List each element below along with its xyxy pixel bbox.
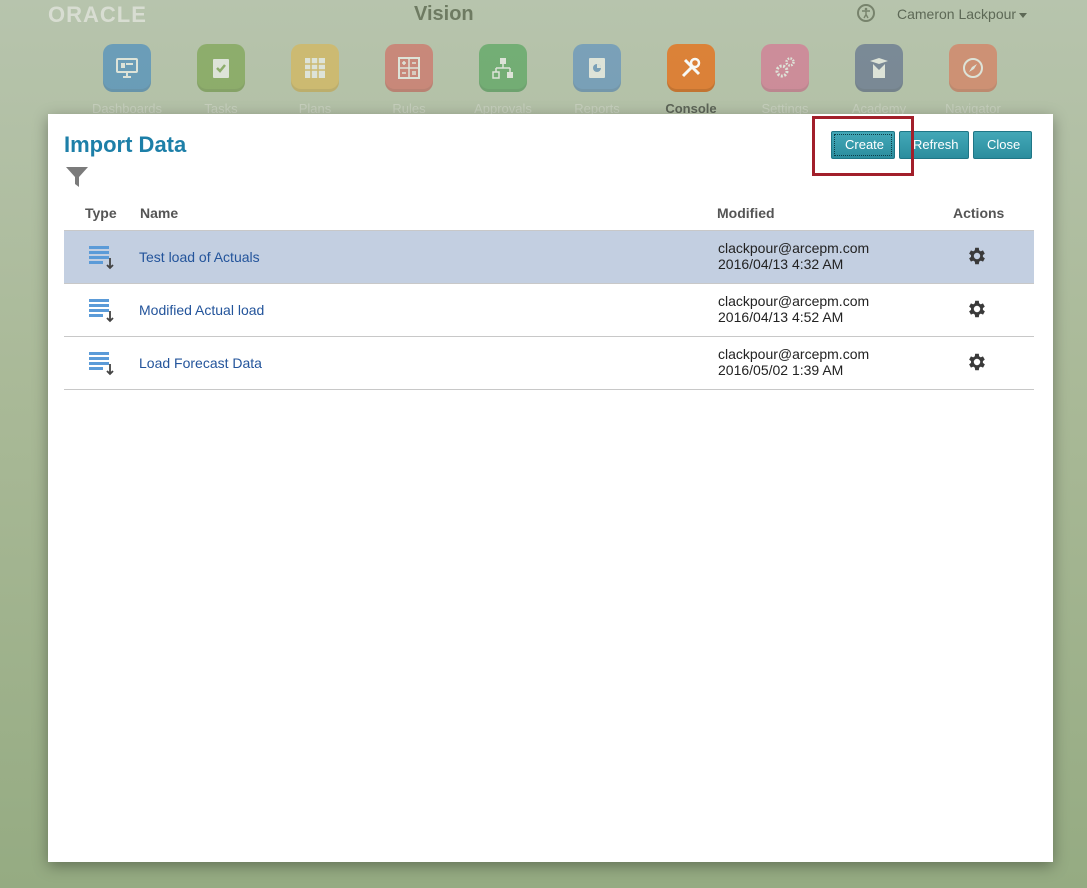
- modified-by: clackpour@arcepm.com: [718, 240, 870, 256]
- gear-icon[interactable]: [966, 351, 988, 378]
- import-file-icon: [88, 297, 116, 330]
- modified-at: 2016/04/13 4:32 AM: [718, 256, 844, 272]
- close-button[interactable]: Close: [973, 131, 1032, 159]
- table-header: Type Name Modified Actions: [64, 200, 1034, 230]
- gears-icon: [761, 44, 809, 92]
- column-header-modified: Modified: [717, 205, 775, 221]
- gear-icon[interactable]: [966, 298, 988, 325]
- hierarchy-icon: [479, 44, 527, 92]
- top-header: ORACLE Vision Cameron Lackpour Dashboard…: [0, 0, 1087, 116]
- clipboard-check-icon: [197, 44, 245, 92]
- nav-reports[interactable]: Reports: [550, 44, 644, 116]
- grid-icon: [291, 44, 339, 92]
- column-header-name: Name: [140, 205, 179, 221]
- refresh-button[interactable]: Refresh: [899, 131, 969, 159]
- modified-by: clackpour@arcepm.com: [718, 293, 870, 309]
- nav-approvals[interactable]: Approvals: [456, 44, 550, 116]
- nav-settings[interactable]: Settings: [738, 44, 832, 116]
- row-modified: clackpour@arcepm.com 2016/05/02 1:39 AM: [718, 346, 869, 378]
- app-title: Vision: [414, 3, 474, 25]
- column-header-actions: Actions: [953, 205, 1005, 221]
- nav-academy[interactable]: Academy: [832, 44, 926, 116]
- nav-plans[interactable]: Plans: [268, 44, 362, 116]
- nav-dashboards[interactable]: Dashboards: [80, 44, 174, 116]
- nav-rules[interactable]: Rules: [362, 44, 456, 116]
- table-row[interactable]: Load Forecast Data clackpour@arcepm.com …: [64, 336, 1034, 390]
- modified-at: 2016/05/02 1:39 AM: [718, 362, 844, 378]
- main-nav: Dashboards Tasks Plans Rules Approvals R…: [80, 44, 1080, 116]
- row-name-link[interactable]: Modified Actual load: [139, 302, 264, 318]
- modified-at: 2016/04/13 4:52 AM: [718, 309, 844, 325]
- compass-icon: [949, 44, 997, 92]
- dialog-title: Import Data: [64, 132, 187, 157]
- calculator-icon: [385, 44, 433, 92]
- nav-tasks[interactable]: Tasks: [174, 44, 268, 116]
- row-name-link[interactable]: Test load of Actuals: [139, 249, 260, 265]
- import-data-dialog: Import Data Create Refresh Close Type Na…: [48, 114, 1053, 862]
- filter-icon[interactable]: [65, 166, 89, 193]
- user-menu[interactable]: Cameron Lackpour: [897, 6, 1028, 22]
- chevron-down-icon: [1019, 12, 1028, 18]
- nav-console[interactable]: Console: [644, 44, 738, 116]
- tools-icon: [667, 44, 715, 92]
- user-name: Cameron Lackpour: [897, 6, 1017, 22]
- table-row[interactable]: Modified Actual load clackpour@arcepm.co…: [64, 283, 1034, 336]
- gear-icon[interactable]: [966, 245, 988, 272]
- create-button[interactable]: Create: [831, 131, 895, 159]
- accessibility-icon[interactable]: [857, 4, 875, 22]
- row-modified: clackpour@arcepm.com 2016/04/13 4:52 AM: [718, 293, 869, 325]
- row-name-link[interactable]: Load Forecast Data: [139, 355, 262, 371]
- oracle-logo: ORACLE: [48, 2, 147, 27]
- nav-navigator[interactable]: Navigator: [926, 44, 1020, 116]
- academy-icon: [855, 44, 903, 92]
- column-header-type: Type: [85, 205, 117, 221]
- import-jobs-table: Type Name Modified Actions Test load of …: [64, 200, 1034, 390]
- monitor-icon: [103, 44, 151, 92]
- report-icon: [573, 44, 621, 92]
- table-row[interactable]: Test load of Actuals clackpour@arcepm.co…: [64, 230, 1034, 283]
- import-file-icon: [88, 350, 116, 383]
- import-file-icon: [88, 244, 116, 277]
- modified-by: clackpour@arcepm.com: [718, 346, 870, 362]
- row-modified: clackpour@arcepm.com 2016/04/13 4:32 AM: [718, 240, 869, 272]
